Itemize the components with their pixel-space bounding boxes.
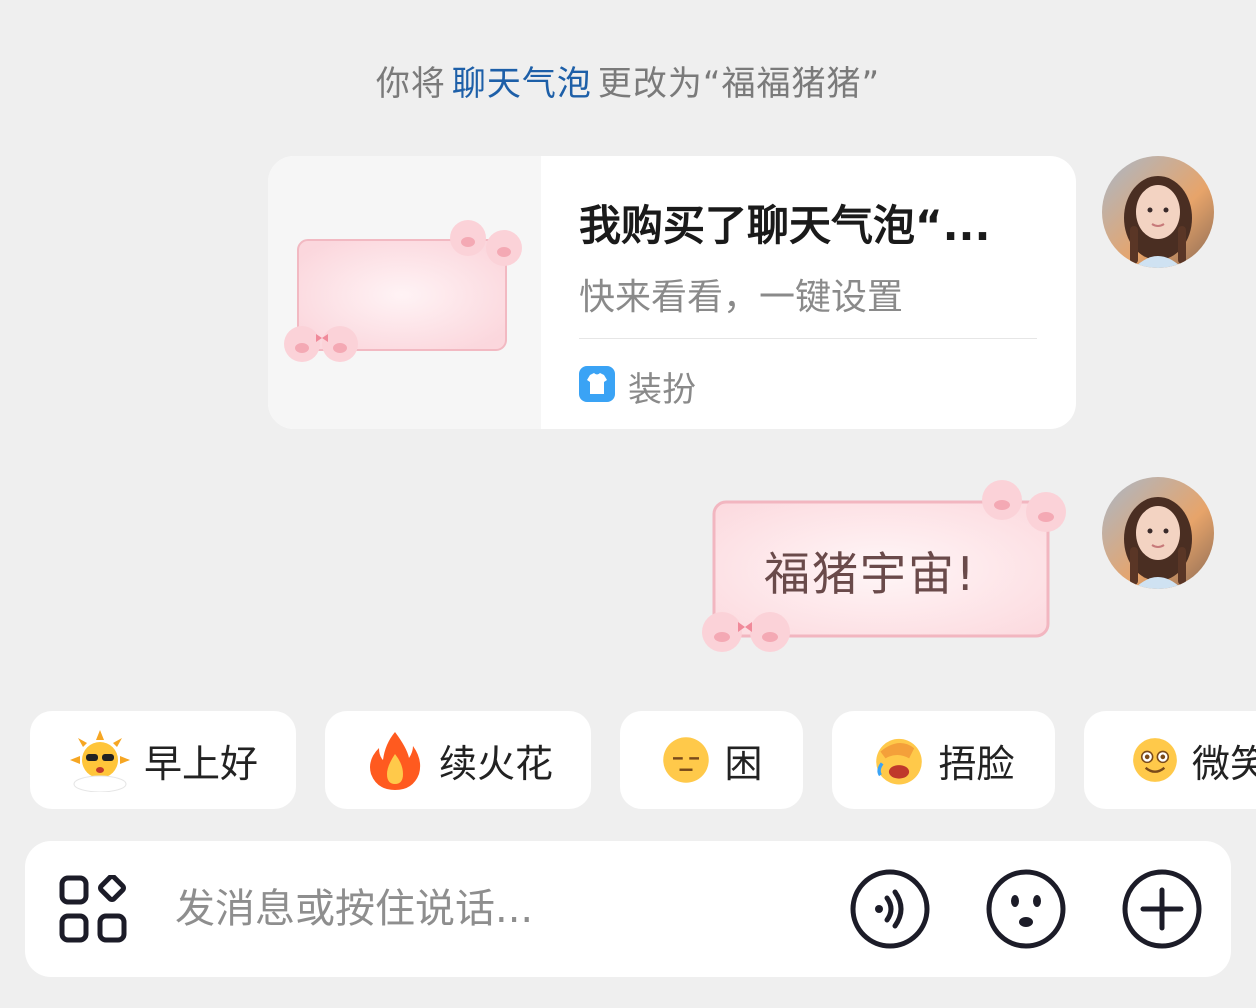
quick-reply-label: 困 <box>724 741 763 786</box>
quick-reply-chip[interactable]: 困 <box>620 711 803 809</box>
quick-reply-chip[interactable]: 捂脸 <box>832 711 1055 809</box>
quick-reply-chip[interactable]: 早上好 <box>30 711 296 809</box>
facepalm-laugh-emoji <box>876 738 923 785</box>
fire-emoji <box>369 732 421 790</box>
emoji-face-icon[interactable] <box>985 868 1067 950</box>
quick-reply-label: 微笑 <box>1192 741 1256 786</box>
smile-face-emoji <box>1133 738 1177 782</box>
quick-reply-label: 早上好 <box>143 741 258 786</box>
sun-sunglasses-emoji <box>69 730 130 792</box>
message-input[interactable] <box>175 871 815 947</box>
apps-grid-icon[interactable] <box>59 875 127 943</box>
quick-reply-label: 捂脸 <box>938 741 1015 786</box>
quick-reply-chip[interactable]: 续火花 <box>325 711 591 809</box>
quick-reply-chip[interactable]: 微笑 <box>1084 711 1256 809</box>
plus-icon[interactable] <box>1121 868 1203 950</box>
message-input-bar <box>25 841 1231 977</box>
quick-reply-label: 续火花 <box>438 741 553 786</box>
sleepy-face-emoji <box>663 737 710 783</box>
voice-wave-icon[interactable] <box>849 868 931 950</box>
